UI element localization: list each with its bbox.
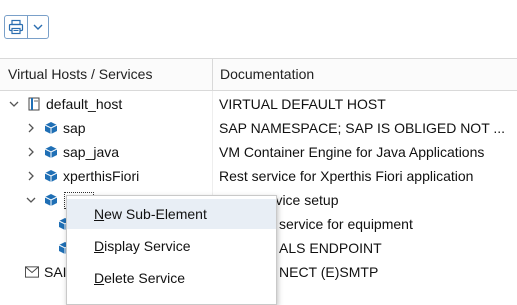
column-header-virtual-hosts[interactable]: Virtual Hosts / Services <box>8 59 212 90</box>
table-row[interactable]: sap SAP NAMESPACE; SAP IS OBLIGED NOT ..… <box>0 116 517 140</box>
menu-item-label: isplay Service <box>104 238 191 254</box>
chevron-down-icon[interactable] <box>24 193 38 207</box>
menu-mnemonic: D <box>94 238 105 254</box>
print-icon <box>8 19 24 35</box>
toolbar <box>4 15 49 41</box>
documentation-cell: ALS ENDPOINT <box>279 240 382 256</box>
menu-mnemonic: N <box>94 206 105 222</box>
tree-item-label[interactable]: sap <box>63 116 86 140</box>
chevron-right-icon[interactable] <box>24 169 38 183</box>
menu-item-new-sub-element[interactable]: New Sub-Element <box>67 199 276 229</box>
service-cube-icon <box>44 193 58 207</box>
chevron-down-icon[interactable] <box>7 97 21 111</box>
service-cube-icon <box>44 169 58 183</box>
menu-item-label: elete Service <box>104 270 186 286</box>
chevron-down-icon <box>33 24 43 30</box>
menu-item-label: ew Sub-Element <box>104 206 207 222</box>
tree-item-label[interactable]: default_host <box>46 92 122 116</box>
menu-mnemonic: D <box>94 270 105 286</box>
mail-icon <box>25 265 39 279</box>
menu-item-display-service[interactable]: Display Service <box>67 231 276 261</box>
documentation-cell: VIRTUAL DEFAULT HOST <box>219 96 386 112</box>
service-cube-icon <box>44 121 58 135</box>
chevron-right-icon[interactable] <box>24 121 38 135</box>
tree-item-label[interactable]: xperthisFiori <box>63 164 139 188</box>
menu-item-delete-service[interactable]: Delete Service <box>67 263 276 293</box>
tree-item-label[interactable]: SAI <box>44 260 67 284</box>
context-menu: New Sub-Element Display Service Delete S… <box>66 195 277 305</box>
documentation-cell: service for equipment <box>279 216 413 232</box>
table-row[interactable]: sap_java VM Container Engine for Java Ap… <box>0 140 517 164</box>
host-icon <box>27 97 41 111</box>
tree-item-label[interactable]: sap_java <box>63 140 119 164</box>
table-header: Virtual Hosts / Services Documentation <box>0 58 517 91</box>
documentation-cell: VM Container Engine for Java Application… <box>219 144 485 160</box>
documentation-cell: NECT (E)SMTP <box>279 264 379 280</box>
print-button[interactable] <box>4 15 28 39</box>
service-cube-icon <box>44 145 58 159</box>
print-options-dropdown[interactable] <box>27 15 49 39</box>
chevron-right-icon[interactable] <box>24 145 38 159</box>
table-row[interactable]: default_host VIRTUAL DEFAULT HOST <box>0 92 517 116</box>
table-row[interactable]: xperthisFiori Rest service for Xperthis … <box>0 164 517 188</box>
column-resize-handle[interactable] <box>212 59 213 90</box>
documentation-cell: Rest service for Xperthis Fiori applicat… <box>219 168 474 184</box>
column-header-documentation[interactable]: Documentation <box>220 59 314 90</box>
documentation-cell: SAP NAMESPACE; SAP IS OBLIGED NOT ... <box>219 120 506 136</box>
